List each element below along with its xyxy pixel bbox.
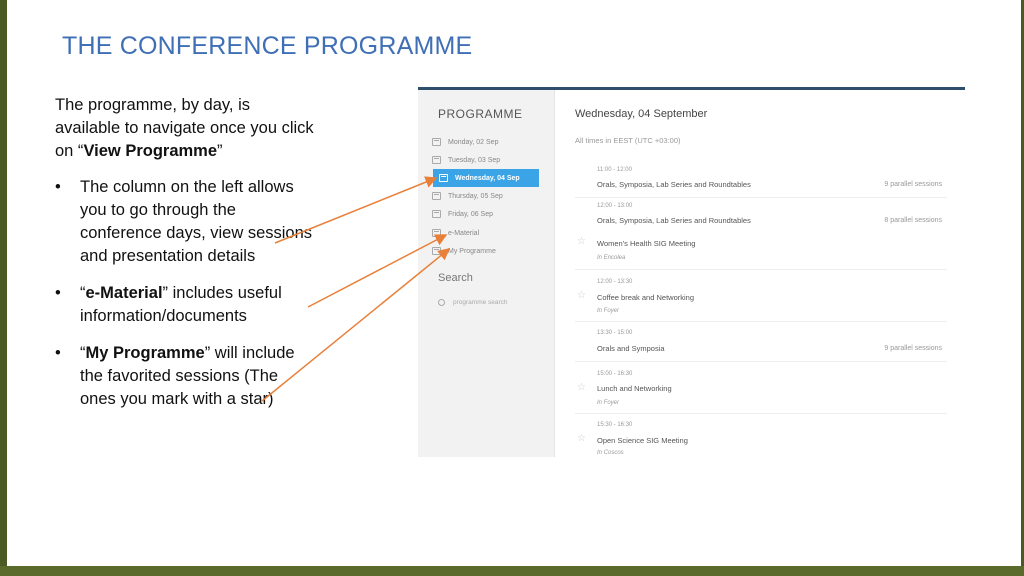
parallel-count: 8 parallel sessions	[884, 217, 942, 224]
bullet-item-ematerial: “e-Material” includes useful information…	[55, 282, 315, 328]
session-name: Coffee break and Networking	[597, 293, 695, 302]
star-icon[interactable]: ☆	[577, 290, 586, 301]
sidebar-item-wednesday[interactable]: Wednesday, 04 Sep	[433, 169, 539, 187]
session-time: 11:00 - 12:00	[597, 167, 632, 173]
calendar-icon	[432, 156, 441, 164]
sidebar-item-label: e-Material	[448, 229, 480, 237]
sidebar-title: PROGRAMME	[438, 107, 523, 121]
session-name: Orals, Symposia, Lab Series and Roundtab…	[597, 216, 751, 225]
bullet-bold: My Programme	[85, 344, 205, 362]
timezone-note: All times in EEST (UTC +03:00)	[575, 136, 681, 145]
session-time: 12:00 - 13:00	[597, 203, 633, 209]
sidebar-item-ematerial[interactable]: e-Material	[432, 224, 537, 242]
session-row[interactable]: 12:00 - 13:30 ☆ Coffee break and Network…	[575, 270, 947, 322]
session-time: 15:30 - 16:30	[597, 422, 633, 428]
session-location: In Foyer	[597, 308, 620, 314]
sidebar-item-label: Monday, 02 Sep	[448, 138, 499, 146]
search-heading: Search	[438, 272, 473, 284]
search-placeholder: programme search	[453, 299, 508, 306]
session-location: In Foyer	[597, 400, 620, 406]
sidebar-item-label: Tuesday, 03 Sep	[448, 156, 501, 164]
slide-body: The programme, by day, is available to n…	[55, 94, 315, 425]
session-location: In Coscos	[597, 450, 624, 456]
session-time: 13:30 - 15:00	[597, 330, 633, 336]
search-input[interactable]: programme search	[438, 299, 508, 306]
programme-main: Wednesday, 04 September All times in EES…	[555, 90, 965, 457]
day-heading: Wednesday, 04 September	[575, 108, 708, 120]
calendar-icon	[439, 174, 448, 182]
bullet-item-myprogramme: “My Programme” will include the favorite…	[55, 342, 315, 411]
session-name: Open Science SIG Meeting	[597, 436, 688, 445]
programme-screenshot: PROGRAMME Monday, 02 Sep Tuesday, 03 Sep…	[418, 87, 965, 457]
bullet-text: The column on the left allows you to go …	[80, 178, 313, 265]
slide-title: THE CONFERENCE PROGRAMME	[62, 32, 473, 60]
session-location: In Encolea	[597, 255, 626, 261]
sidebar-item-label: Wednesday, 04 Sep	[455, 174, 520, 182]
bookmark-icon	[432, 247, 441, 255]
sidebar-item-label: Friday, 06 Sep	[448, 210, 494, 218]
bullet-list: The column on the left allows you to go …	[55, 176, 315, 411]
search-icon	[438, 299, 445, 306]
bottom-frame-bar	[0, 566, 1024, 576]
session-name: Lunch and Networking	[597, 384, 672, 393]
calendar-icon	[432, 192, 441, 200]
sidebar-item-monday[interactable]: Monday, 02 Sep	[432, 133, 537, 151]
sidebar-item-myprogramme[interactable]: My Programme	[432, 242, 537, 260]
programme-sidebar: PROGRAMME Monday, 02 Sep Tuesday, 03 Sep…	[418, 90, 555, 457]
sidebar-item-label: My Programme	[448, 247, 496, 255]
sidebar-item-thursday[interactable]: Thursday, 05 Sep	[432, 187, 537, 205]
star-icon[interactable]: ☆	[577, 236, 586, 247]
intro-end: ”	[217, 142, 223, 160]
session-name: Orals and Symposia	[597, 344, 665, 353]
parallel-count: 9 parallel sessions	[884, 181, 942, 188]
star-icon[interactable]: ☆	[577, 433, 586, 444]
sidebar-item-friday[interactable]: Friday, 06 Sep	[432, 205, 537, 223]
calendar-icon	[432, 210, 441, 218]
document-icon	[432, 229, 441, 237]
bullet-item-columns: The column on the left allows you to go …	[55, 176, 315, 268]
calendar-icon	[432, 138, 441, 146]
session-row[interactable]: 15:30 - 16:30 ☆ Open Science SIG Meeting…	[575, 414, 947, 457]
session-name: Orals, Symposia, Lab Series and Roundtab…	[597, 180, 751, 189]
session-row[interactable]: ☆ Women's Health SIG Meeting In Encolea	[575, 230, 947, 270]
session-row[interactable]: 13:30 - 15:00 Orals and Symposia 9 paral…	[575, 322, 947, 362]
session-row[interactable]: 15:00 - 16:30 ☆ Lunch and Networking In …	[575, 362, 947, 414]
sidebar-item-tuesday[interactable]: Tuesday, 03 Sep	[432, 151, 537, 169]
star-icon[interactable]: ☆	[577, 382, 586, 393]
sidebar-item-label: Thursday, 05 Sep	[448, 192, 503, 200]
session-name: Women's Health SIG Meeting	[597, 239, 696, 248]
session-time: 12:00 - 13:30	[597, 279, 633, 285]
intro-bold: View Programme	[83, 142, 218, 160]
session-time: 15:00 - 16:30	[597, 371, 633, 377]
bullet-bold: e-Material	[85, 284, 163, 302]
session-row[interactable]: 12:00 - 13:00 Orals, Symposia, Lab Serie…	[575, 198, 947, 230]
parallel-count: 9 parallel sessions	[884, 345, 942, 352]
intro-paragraph: The programme, by day, is available to n…	[55, 94, 315, 163]
left-frame-bar	[0, 0, 7, 576]
session-row[interactable]: 11:00 - 12:00 Orals, Symposia, Lab Serie…	[575, 162, 947, 198]
